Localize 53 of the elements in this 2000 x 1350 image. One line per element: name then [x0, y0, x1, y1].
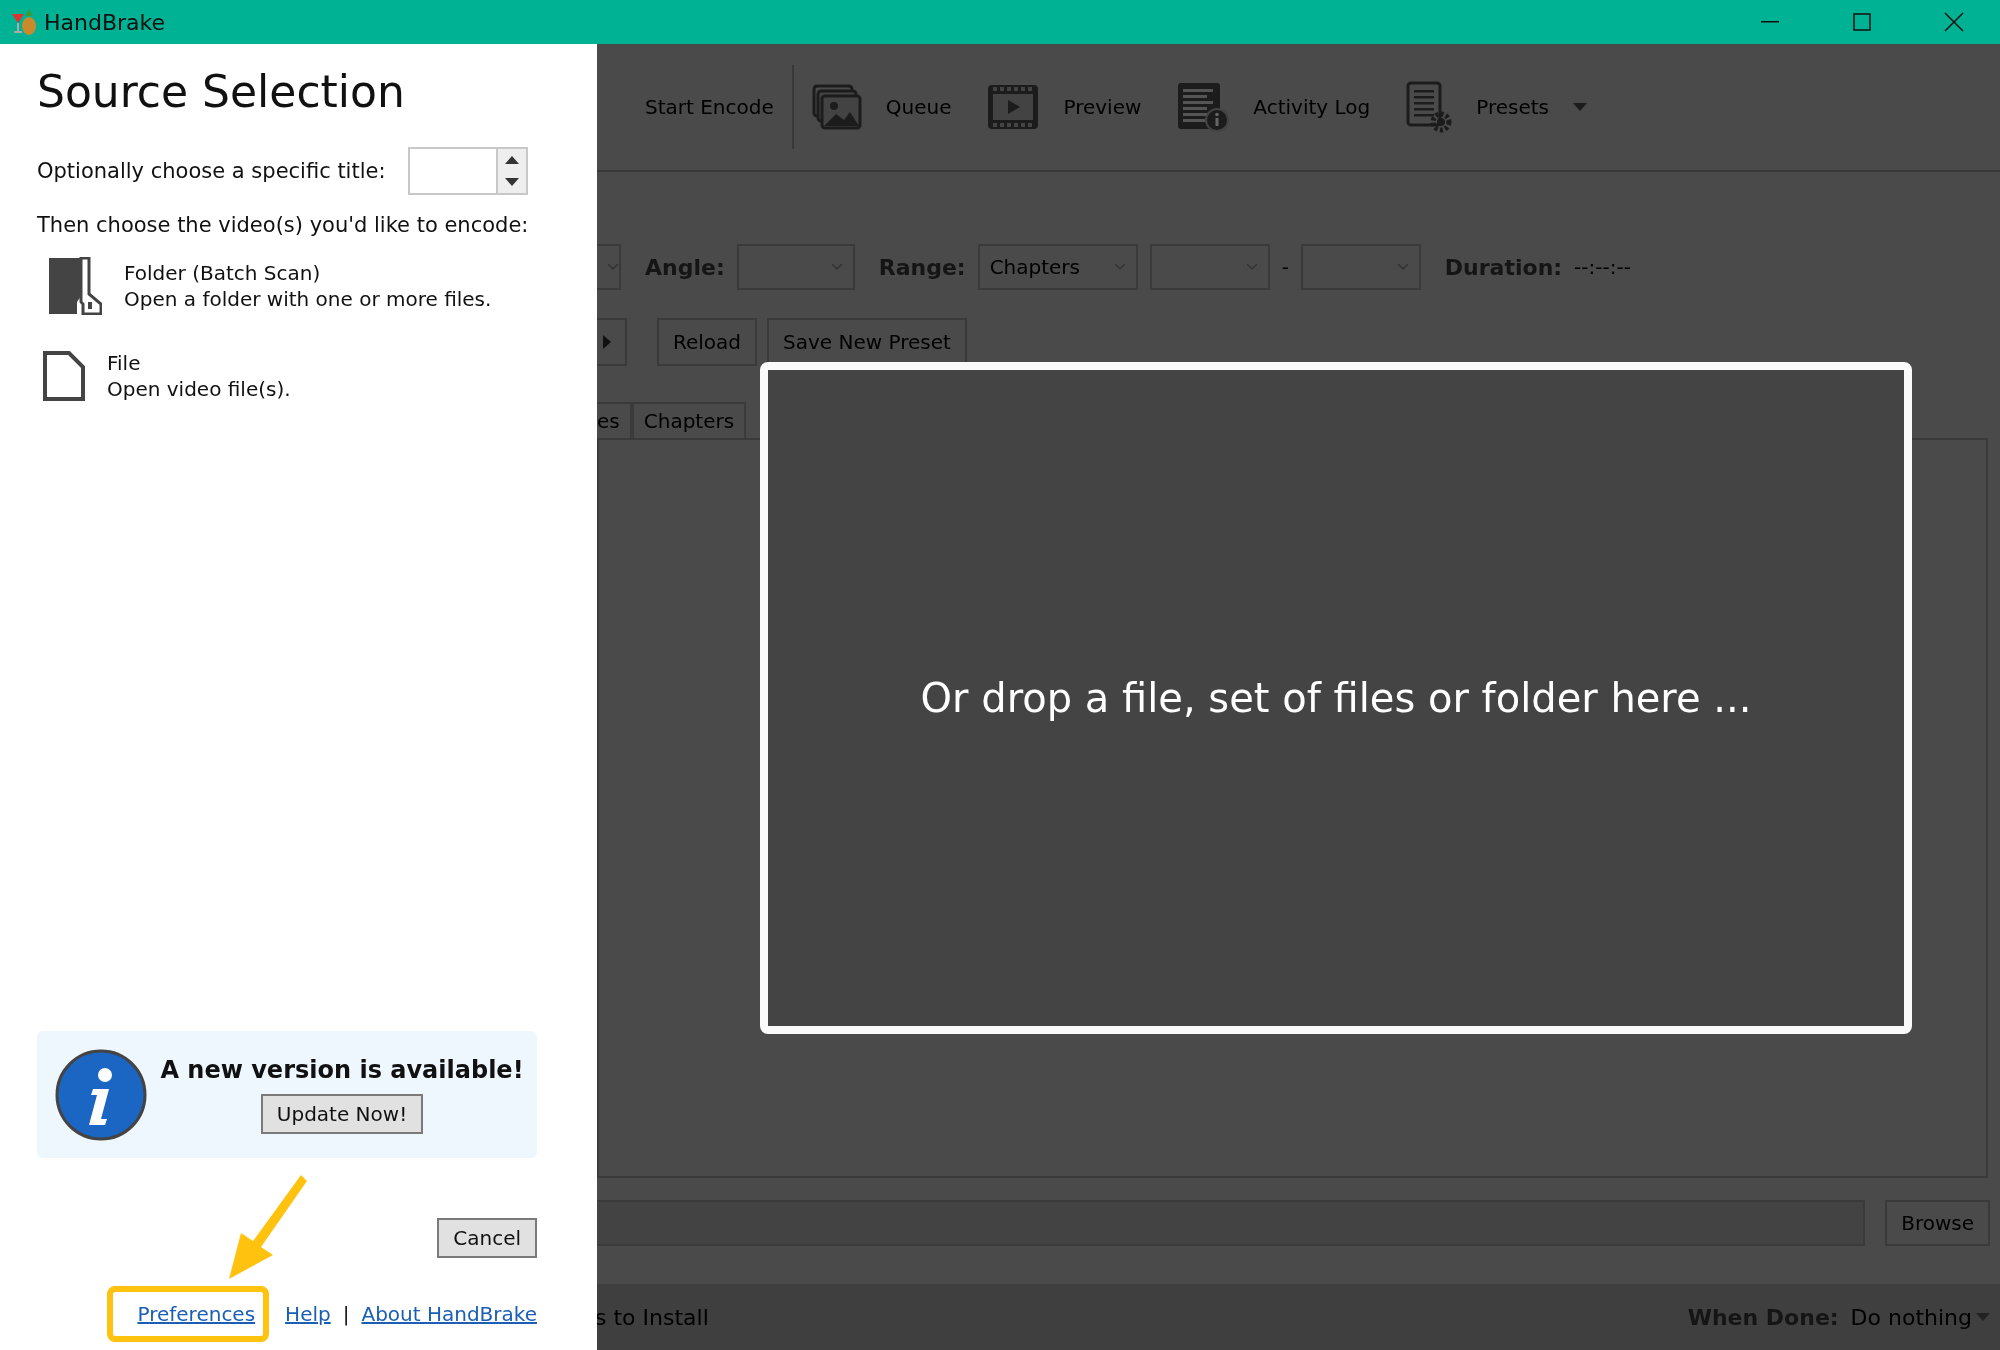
duration-value: --:--:--: [1574, 255, 1631, 279]
footer-link[interactable]: Preferences: [137, 1294, 256, 1334]
drop-zone-message: Or drop a file, set of files or folder here ...: [920, 675, 1752, 721]
triangle-down-icon: [504, 177, 519, 186]
settings-tab[interactable]: es: [597, 402, 632, 438]
title-dropdown[interactable]: [597, 244, 621, 290]
document-info-icon: [1177, 82, 1230, 132]
app-logo-icon: [10, 8, 38, 36]
update-now-button[interactable]: Update Now!: [260, 1093, 424, 1134]
info-icon: [55, 1048, 147, 1141]
minimize-icon: [1761, 21, 1779, 23]
toolbar-button[interactable]: Start Encode: [627, 65, 792, 149]
title-spin-field[interactable]: [407, 146, 528, 195]
link-separator: |: [342, 1302, 350, 1326]
panel-heading: Source Selection: [37, 66, 406, 119]
option-name: File: [107, 350, 142, 375]
toolbar-button[interactable]: Presets: [1388, 65, 1605, 149]
triangle-up-icon: [504, 155, 519, 164]
film-play-icon: [987, 84, 1040, 130]
pictures-icon: [811, 84, 862, 130]
toolbar-button[interactable]: Preview: [969, 65, 1160, 149]
option-name: Folder (Batch Scan): [124, 260, 322, 285]
caret-down-icon: [1976, 1313, 1990, 1321]
when-done-dropdown[interactable]: Do nothing: [1850, 1304, 1990, 1330]
source-option[interactable]: Folder (Batch Scan) Open a folder with one or more files.: [37, 256, 597, 315]
settings-tab[interactable]: Chapters: [631, 402, 747, 438]
range-dropdown[interactable]: Chapters: [977, 244, 1138, 290]
document-gear-icon: [1406, 81, 1453, 133]
file-icon: [43, 350, 85, 401]
drop-zone[interactable]: Or drop a file, set of files or folder here ...: [760, 362, 1912, 1034]
footer-link[interactable]: About HandBrake: [361, 1294, 537, 1334]
cancel-button[interactable]: Cancel: [437, 1218, 537, 1258]
option-description: Open video file(s).: [107, 376, 291, 401]
choose-label: Then choose the video(s) you'd like to encode:: [37, 212, 530, 237]
toolbar-button[interactable]: Queue: [793, 65, 970, 149]
range-separator: -: [1281, 255, 1289, 279]
option-description: Open a folder with one or more files.: [124, 286, 492, 311]
toolbar-button[interactable]: Activity Log: [1159, 65, 1389, 149]
maximize-icon: [1853, 13, 1871, 31]
folder-icon: [48, 256, 102, 315]
source-option[interactable]: File Open video file(s).: [37, 350, 597, 401]
play-icon: [603, 335, 611, 349]
update-message: A new version is available!: [160, 1055, 524, 1084]
window-title: HandBrake: [44, 9, 166, 35]
title-label: Optionally choose a specific title:: [37, 158, 386, 183]
browse-button[interactable]: Browse: [1885, 1200, 1990, 1246]
play-button[interactable]: [597, 318, 627, 366]
caret-down-icon: [1573, 103, 1587, 111]
footer-link[interactable]: Help: [285, 1294, 331, 1334]
destination-field[interactable]: [597, 1200, 1866, 1246]
close-icon: [1944, 12, 1964, 32]
status-message: s to Install: [597, 1304, 709, 1330]
preset-button[interactable]: Reload: [657, 318, 758, 366]
